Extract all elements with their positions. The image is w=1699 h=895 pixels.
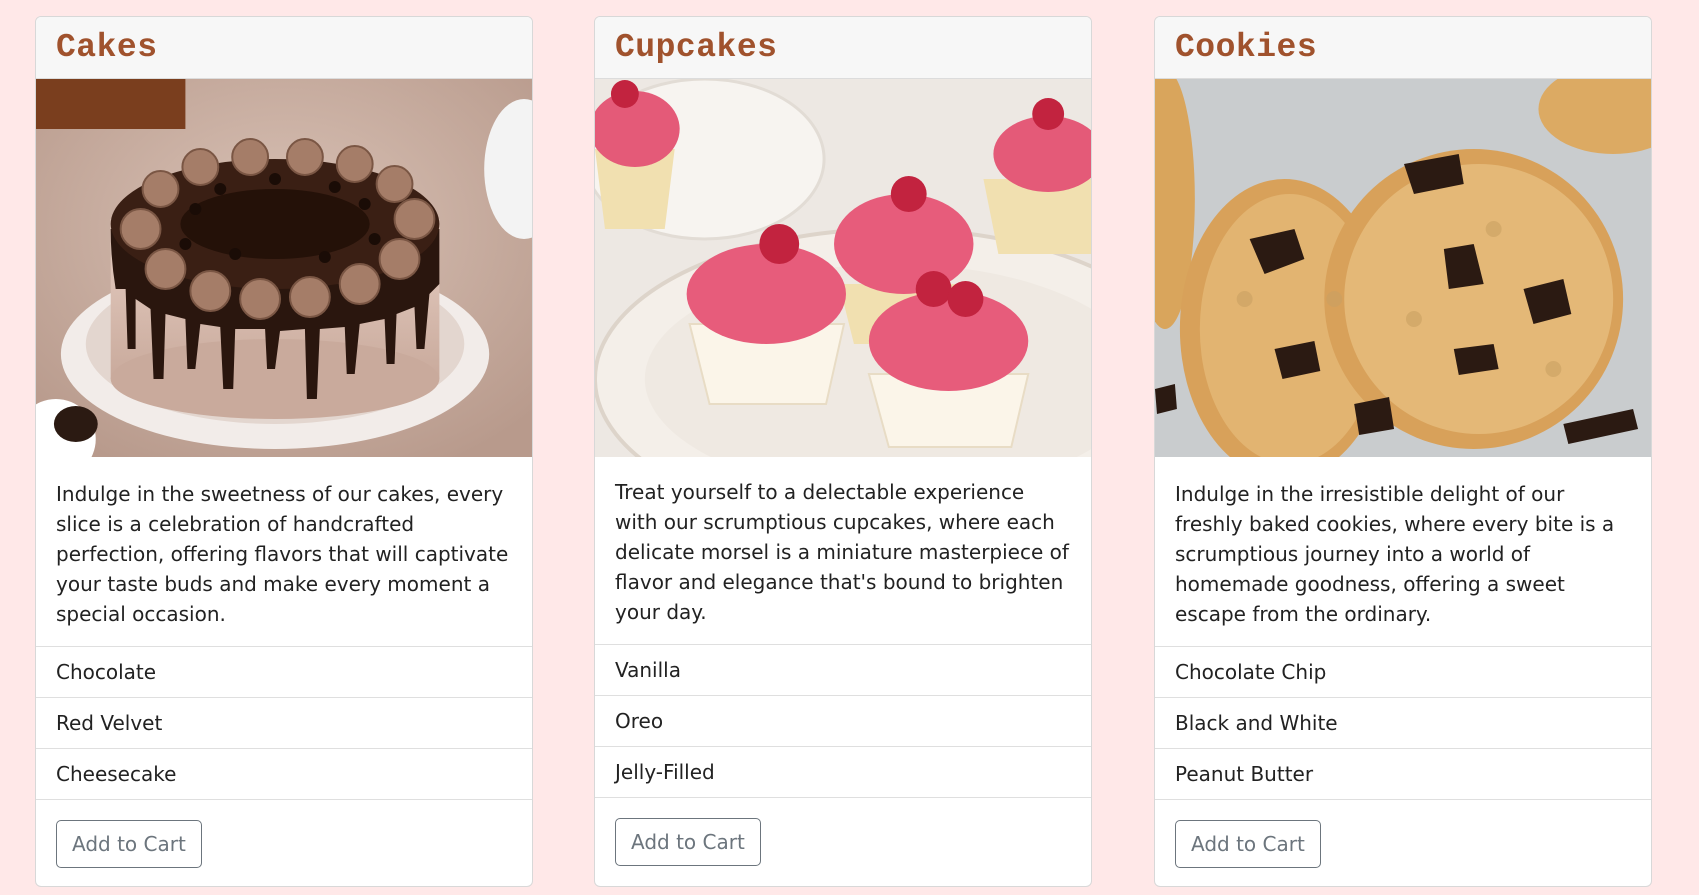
card-footer: Add to Cart — [1155, 800, 1651, 886]
card-title: Cupcakes — [615, 29, 778, 66]
add-to-cart-button[interactable]: Add to Cart — [56, 820, 202, 868]
add-to-cart-button[interactable]: Add to Cart — [615, 818, 761, 866]
card-header: Cookies — [1155, 17, 1651, 79]
card-header: Cupcakes — [595, 17, 1091, 79]
flavor-item: Vanilla — [595, 645, 1091, 696]
flavor-item: Black and White — [1155, 698, 1651, 749]
flavor-list: Chocolate Red Velvet Cheesecake — [36, 647, 532, 800]
flavor-item: Peanut Butter — [1155, 749, 1651, 800]
add-to-cart-button[interactable]: Add to Cart — [1175, 820, 1321, 868]
flavor-item: Red Velvet — [36, 698, 532, 749]
card-description: Indulge in the sweetness of our cakes, e… — [36, 457, 532, 647]
product-card-cookies: Cookies Indulge in the irresistible deli… — [1154, 16, 1652, 887]
card-title: Cakes — [56, 29, 158, 66]
product-card-cakes: Cakes Indulge in the sweetness of our ca… — [35, 16, 533, 887]
flavor-list: Chocolate Chip Black and White Peanut Bu… — [1155, 647, 1651, 800]
card-footer: Add to Cart — [595, 798, 1091, 886]
card-title: Cookies — [1175, 29, 1318, 66]
card-footer: Add to Cart — [36, 800, 532, 886]
cake-image — [36, 79, 532, 457]
card-description: Indulge in the irresistible delight of o… — [1155, 457, 1651, 647]
cookie-image — [1155, 79, 1651, 457]
flavor-item: Chocolate Chip — [1155, 647, 1651, 698]
cupcake-image — [595, 79, 1091, 457]
card-header: Cakes — [36, 17, 532, 79]
flavor-item: Oreo — [595, 696, 1091, 747]
flavor-item: Jelly-Filled — [595, 747, 1091, 798]
flavor-list: Vanilla Oreo Jelly-Filled — [595, 645, 1091, 798]
flavor-item: Chocolate — [36, 647, 532, 698]
product-card-cupcakes: Cupcakes Treat yourself to a delectable … — [594, 16, 1092, 887]
card-description: Treat yourself to a delectable experienc… — [595, 457, 1091, 645]
flavor-item: Cheesecake — [36, 749, 532, 800]
